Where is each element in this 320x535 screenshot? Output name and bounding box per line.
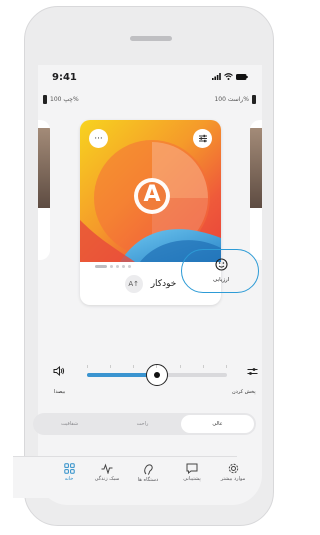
carousel-dot[interactable] bbox=[110, 265, 113, 268]
signal-icon bbox=[212, 73, 221, 80]
more-options-button[interactable]: ··· bbox=[89, 129, 108, 148]
segment-clarity[interactable]: شفافیت bbox=[33, 413, 106, 435]
slider-thumb[interactable] bbox=[146, 364, 168, 386]
segment-excellent[interactable]: عالی bbox=[181, 415, 254, 433]
tab-devices[interactable]: دستگاه ها bbox=[126, 463, 170, 483]
left-battery-label: چپ 100% bbox=[50, 95, 79, 103]
program-name: خودکار bbox=[150, 278, 177, 289]
previous-card-image bbox=[38, 128, 50, 208]
adjust-sliders-icon[interactable] bbox=[247, 367, 258, 376]
left-battery-icon bbox=[43, 94, 47, 104]
tab-support[interactable]: پشتیبانی bbox=[170, 463, 214, 482]
adjust-label: پخش کردن bbox=[232, 389, 256, 395]
mute-label: بیصدا bbox=[54, 389, 66, 395]
volume-slider[interactable] bbox=[87, 364, 227, 386]
right-battery-icon bbox=[252, 94, 256, 104]
rate-label: ارزیابی bbox=[213, 277, 230, 283]
equalizer-button[interactable] bbox=[193, 129, 212, 148]
sound-mode-segmented: شفافیت راحت عالی bbox=[33, 413, 256, 435]
tab-devices-label: دستگاه ها bbox=[137, 477, 159, 483]
volume-control: بیصدا پخش کردن bbox=[25, 297, 259, 395]
status-time: 9:41 bbox=[52, 72, 77, 83]
right-battery: راست 100% bbox=[214, 93, 256, 105]
segment-comfort[interactable]: راحت bbox=[106, 413, 179, 435]
battery-icon bbox=[236, 73, 248, 80]
smiley-icon bbox=[215, 258, 228, 271]
status-bar: 9:41 bbox=[38, 65, 262, 89]
carousel-dot[interactable] bbox=[116, 265, 119, 268]
carousel-dot[interactable] bbox=[122, 265, 125, 268]
tab-home-label: خانه bbox=[64, 476, 74, 482]
slider-thumb-dot bbox=[154, 372, 160, 378]
wifi-icon bbox=[224, 73, 233, 80]
auto-program-icon: A↑ bbox=[124, 274, 143, 293]
tab-more-label: موارد بیشتر bbox=[220, 476, 246, 482]
tab-support-label: پشتیبانی bbox=[183, 476, 201, 482]
tab-more[interactable]: موارد بیشتر bbox=[211, 463, 255, 482]
carousel-dot[interactable] bbox=[128, 265, 131, 268]
more-icon: ··· bbox=[94, 133, 103, 144]
carousel-card-previous[interactable] bbox=[38, 120, 50, 260]
program-letter: A bbox=[143, 182, 161, 207]
hearing-aid-icon bbox=[143, 464, 153, 475]
status-icons bbox=[212, 73, 248, 80]
right-battery-label: راست 100% bbox=[214, 95, 249, 103]
speaker-icon[interactable] bbox=[53, 366, 65, 376]
phone-speaker bbox=[130, 36, 172, 41]
carousel-dots bbox=[95, 265, 131, 268]
carousel-card-next[interactable] bbox=[250, 120, 262, 260]
sliders-icon bbox=[198, 134, 207, 143]
tab-lifestyle[interactable]: سبک زندگی bbox=[85, 463, 129, 482]
home-grid-icon bbox=[63, 463, 75, 474]
left-battery: چپ 100% bbox=[43, 93, 79, 105]
next-card-image bbox=[250, 128, 262, 208]
tab-home[interactable]: خانه bbox=[47, 463, 91, 482]
tab-bar: موارد بیشتر پشتیبانی دستگاه ها سبک زندگی… bbox=[13, 456, 245, 498]
gear-icon bbox=[228, 463, 238, 474]
carousel-dot-active[interactable] bbox=[95, 265, 107, 268]
chat-icon bbox=[186, 463, 198, 474]
tab-lifestyle-label: سبک زندگی bbox=[94, 476, 120, 482]
activity-icon bbox=[101, 463, 113, 474]
rate-button[interactable]: ارزیابی bbox=[213, 258, 229, 283]
